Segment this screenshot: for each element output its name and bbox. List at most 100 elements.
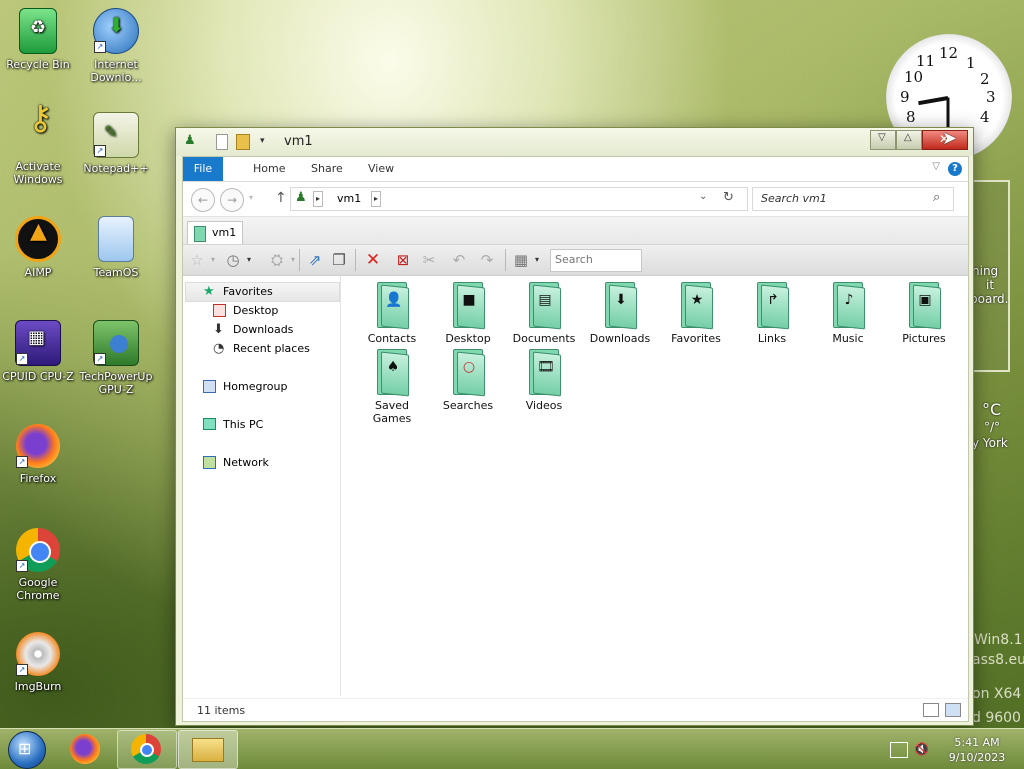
properties-icon[interactable] — [216, 134, 228, 150]
copy-to-icon[interactable]: ❐ — [329, 250, 349, 270]
folder-searches[interactable]: ○ Searches — [432, 349, 504, 412]
search-input[interactable]: Search vm1 ⌕ — [752, 187, 954, 211]
desktop-icon-label: TeamOS — [93, 266, 139, 279]
history-dropdown-icon[interactable]: ▾ — [239, 250, 259, 270]
delete-permanently-icon[interactable]: ⊠ — [393, 250, 413, 270]
nav-homegroup-label: Homegroup — [223, 380, 288, 393]
network-status-icon[interactable] — [890, 742, 908, 758]
folder-saved-games[interactable]: ♠ Saved Games — [356, 349, 428, 425]
delete-icon[interactable]: ✕ — [363, 250, 383, 270]
desktop-icon-teamos[interactable]: TeamOS — [78, 216, 154, 279]
favorite-dropdown-icon[interactable]: ▾ — [203, 250, 223, 270]
desktop-icon-label: ImgBurn — [14, 680, 62, 693]
tab-view[interactable]: View — [360, 157, 402, 181]
desktop-icon-gpu-z[interactable]: ↗ TechPowerUp GPU-Z — [78, 320, 154, 396]
item-count: 11 items — [197, 704, 246, 717]
tab-share[interactable]: Share — [303, 157, 351, 181]
volume-muted-icon[interactable]: 🔇 — [914, 742, 930, 756]
picture-icon: ▣ — [918, 292, 932, 308]
tab-home[interactable]: Home — [245, 157, 293, 181]
downloads-icon: ⬇ — [213, 322, 224, 337]
recent-locations-icon[interactable]: ▾ — [249, 193, 253, 202]
chevron-right-icon[interactable]: ▸ — [313, 191, 323, 207]
maximize-button[interactable]: △ — [896, 130, 922, 150]
desktop-icon-recycle-bin[interactable]: ♻ Recycle Bin — [0, 8, 76, 71]
navigation-pane: ★ Favorites Desktop ⬇ Downloads ◔ Recent… — [183, 276, 341, 696]
desktop-icon-imgburn[interactable]: ↗ ImgBurn — [0, 632, 76, 693]
cut-icon[interactable]: ✂ — [419, 250, 439, 270]
star-icon: ★ — [203, 284, 215, 299]
desktop-icon-label: Firefox — [19, 472, 57, 485]
folder-downloads[interactable]: ⬇ Downloads — [584, 282, 656, 345]
folder-tab-vm1[interactable]: vm1 — [187, 221, 244, 244]
folder-documents[interactable]: ▤ Documents — [508, 282, 580, 345]
address-history-icon[interactable]: ⌄ — [699, 191, 707, 202]
clock-number: 12 — [939, 44, 959, 62]
undo-icon[interactable]: ↶ — [449, 250, 469, 270]
desktop-icon-notepad-plus-plus[interactable]: ✎ ↗ Notepad++ — [78, 112, 154, 175]
folder-music[interactable]: ♪ Music — [812, 282, 884, 345]
folder-icon: ▣ — [907, 282, 941, 330]
folder-label: Pictures — [902, 332, 946, 345]
film-icon: 🎞 — [537, 359, 555, 375]
folder-desktop[interactable]: ■ Desktop — [432, 282, 504, 345]
details-view-icon[interactable] — [923, 703, 939, 717]
user-folder-icon[interactable]: ♟ — [184, 134, 198, 148]
window-titlebar[interactable]: ♟ ▾ vm1 ▽ △ ✕ — [176, 128, 973, 156]
clock-number: 8 — [906, 108, 916, 126]
folder-pictures[interactable]: ▣ Pictures — [888, 282, 960, 345]
folder-label: Contacts — [367, 332, 417, 345]
side-text-line1: ning — [972, 264, 999, 278]
taskbar-chrome[interactable] — [117, 730, 177, 769]
chevron-right-icon[interactable]: ▸ — [371, 191, 381, 207]
back-button[interactable]: ← — [191, 188, 215, 212]
move-to-icon[interactable]: ⇗ — [305, 250, 325, 270]
desktop-icon-internet-download-manager[interactable]: ⬇ ↗ Internet Downlo... — [78, 8, 154, 84]
desktop-icon-google-chrome[interactable]: ↗ Google Chrome — [0, 528, 76, 602]
search-icon[interactable]: ⌕ — [933, 190, 940, 205]
folder-label: Desktop — [445, 332, 491, 345]
folder-label: Favorites — [671, 332, 721, 345]
nav-desktop-label: Desktop — [233, 304, 279, 317]
desktop-icon-firefox[interactable]: ↗ Firefox — [0, 424, 76, 485]
customize-quick-access-icon[interactable]: ▾ — [260, 134, 274, 148]
start-button[interactable]: ⊞ — [8, 731, 46, 769]
taskbar-firefox[interactable] — [56, 730, 116, 769]
expand-ribbon-icon[interactable]: ▽ — [932, 161, 940, 172]
change-view-dropdown-icon[interactable]: ▾ — [527, 250, 547, 270]
tray-clock[interactable]: 5:41 AM 9/10/2023 — [946, 735, 1008, 765]
folder-contacts[interactable]: 👤 Contacts — [356, 282, 428, 345]
folder-options-dropdown-icon[interactable]: ▾ — [283, 250, 303, 270]
taskbar-file-explorer[interactable] — [178, 730, 238, 769]
chrome-icon: ↗ — [16, 528, 60, 572]
desktop-icon-activate-windows[interactable]: ⚷ Activate Windows — [0, 101, 76, 186]
side-text-line2: it — [986, 278, 995, 292]
folder-links[interactable]: ↱ Links — [736, 282, 808, 345]
breadcrumb-vm1[interactable]: vm1 — [337, 192, 361, 205]
refresh-icon[interactable]: ↻ — [723, 190, 734, 205]
forward-button[interactable]: → — [220, 188, 244, 212]
address-bar[interactable]: ♟ ▸ vm1 ▸ ⌄ ↻ — [290, 187, 748, 211]
desktop-icon-aimp[interactable]: ▲ AIMP — [0, 216, 76, 279]
desktop-icon-label: AIMP — [24, 266, 52, 279]
clock-number: 11 — [916, 52, 936, 70]
desktop-icon-cpu-z[interactable]: ▦ ↗ CPUID CPU-Z — [0, 320, 76, 383]
help-button[interactable]: ? — [948, 162, 962, 176]
folder-videos[interactable]: 🎞 Videos — [508, 349, 580, 412]
folder-icon: ■ — [451, 282, 485, 330]
desktop-icon-label: TechPowerUp GPU-Z — [79, 370, 153, 396]
clock-number: 2 — [980, 70, 990, 88]
folder-favorites[interactable]: ★ Favorites — [660, 282, 732, 345]
minimize-button[interactable]: ▽ — [870, 130, 896, 150]
tab-file[interactable]: File — [183, 157, 223, 181]
toolbar-search[interactable] — [550, 249, 643, 272]
up-one-level-icon[interactable]: ↑ — [275, 190, 287, 206]
large-icons-view-icon[interactable] — [945, 703, 961, 717]
new-folder-icon[interactable] — [236, 134, 250, 150]
tray-date: 9/10/2023 — [948, 751, 1006, 764]
minimize-icon: ▽ — [878, 132, 886, 143]
toolbar-search-input[interactable] — [551, 250, 643, 269]
folder-tab-label: vm1 — [212, 226, 237, 239]
redo-icon[interactable]: ↷ — [477, 250, 497, 270]
star-icon: ★ — [690, 292, 704, 308]
